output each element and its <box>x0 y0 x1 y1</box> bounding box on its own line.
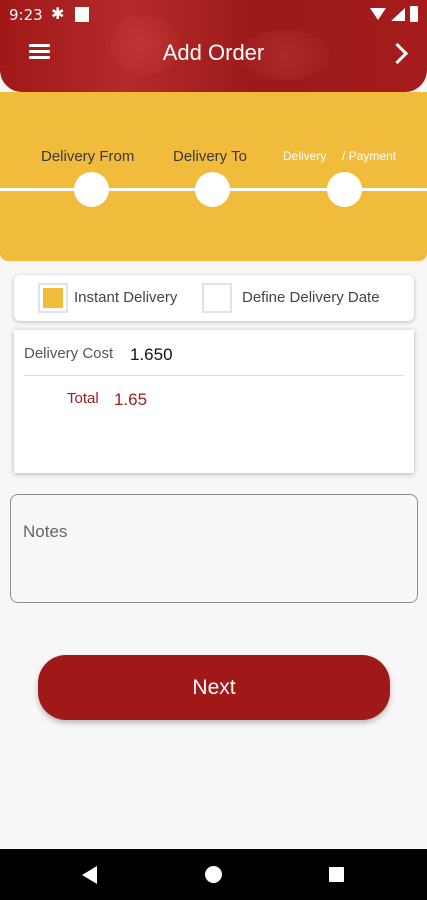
system-nav-bar <box>0 849 427 900</box>
step-label-delivery-from: Delivery From <box>41 148 135 165</box>
status-bar: 9:23 ✱ <box>0 0 427 28</box>
total-label: Total <box>67 390 99 407</box>
step-dot-delivery-payment[interactable] <box>327 172 362 207</box>
step-label-delivery-to: Delivery To <box>173 148 247 165</box>
wifi-icon <box>370 8 386 20</box>
home-icon[interactable] <box>205 866 222 883</box>
notification-square-icon <box>75 7 89 22</box>
status-time: 9:23 <box>9 6 43 24</box>
instant-delivery-checkbox[interactable] <box>38 283 68 313</box>
next-button[interactable]: Next <box>38 655 390 720</box>
step-label-delivery: Delivery <box>283 149 327 163</box>
delivery-options-card: Instant Delivery Define Delivery Date <box>14 275 414 321</box>
notes-field[interactable] <box>10 494 418 603</box>
cost-summary-card: Delivery Cost 1.650 Total 1.65 <box>14 330 414 473</box>
define-delivery-date-checkbox[interactable] <box>202 283 232 313</box>
step-dot-delivery-to[interactable] <box>195 172 230 207</box>
chevron-right-icon[interactable] <box>389 42 409 66</box>
app-header: 9:23 ✱ Add Order <box>0 0 427 92</box>
recents-icon[interactable] <box>329 867 344 882</box>
back-icon[interactable] <box>82 866 97 884</box>
instant-delivery-label: Instant Delivery <box>74 289 178 306</box>
step-label-payment: / Payment <box>342 149 397 163</box>
delivery-cost-value: 1.650 <box>130 345 173 364</box>
total-value: 1.65 <box>114 390 148 409</box>
gear-icon: ✱ <box>51 6 65 23</box>
step-dot-delivery-from[interactable] <box>74 172 109 207</box>
battery-icon <box>410 6 418 22</box>
divider <box>24 375 404 376</box>
page-title: Add Order <box>162 40 265 65</box>
order-stepper: Delivery From Delivery To Delivery / Pay… <box>0 92 427 261</box>
define-delivery-date-label: Define Delivery Date <box>242 289 380 306</box>
delivery-cost-label: Delivery Cost <box>24 345 114 362</box>
signal-icon <box>391 8 405 21</box>
